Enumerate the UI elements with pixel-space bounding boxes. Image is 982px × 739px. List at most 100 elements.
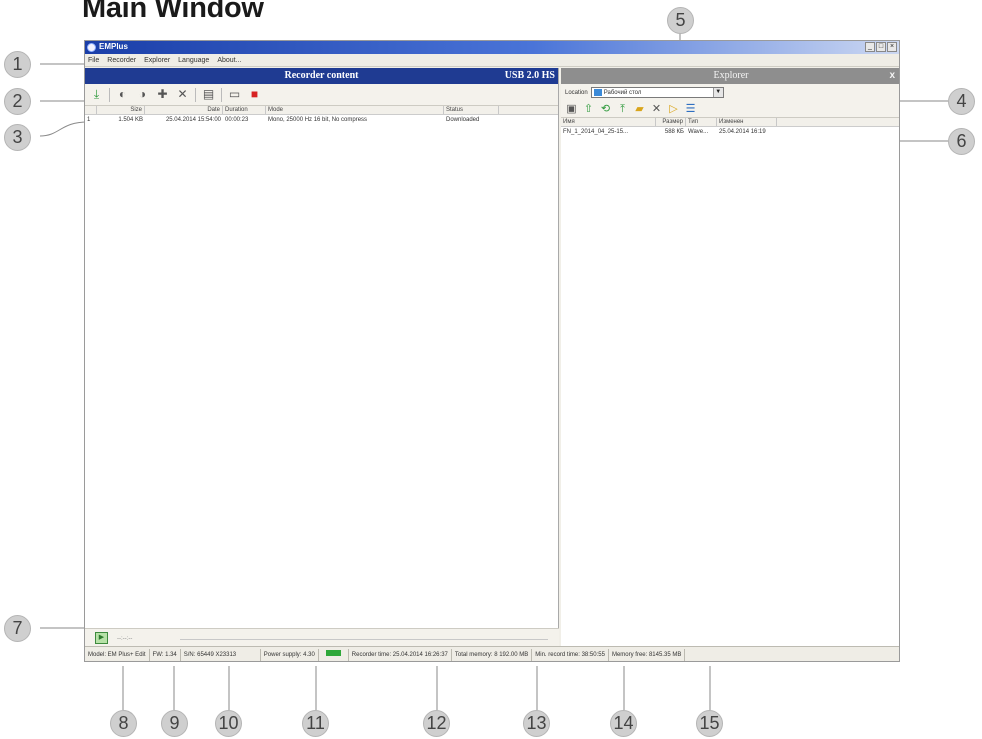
explorer-table-header: Имя Размер Тип Изменен	[561, 118, 899, 127]
location-combobox[interactable]: Рабочий стол ▼	[590, 87, 724, 98]
move-icon[interactable]: ✚	[155, 87, 170, 102]
window-title: EMPlus	[99, 42, 128, 51]
cell-status: Downloaded	[446, 117, 480, 123]
export-icon[interactable]: ■	[247, 87, 262, 102]
explorer-pane-header: Explorer x	[561, 68, 899, 84]
status-firmware: FW: 1.34	[150, 649, 181, 661]
print-icon[interactable]: ▣	[565, 102, 578, 116]
document-title: Main Window	[82, 0, 264, 24]
callout-15: 15	[696, 710, 723, 737]
col-type[interactable]: Тип	[686, 118, 717, 126]
maximize-button[interactable]: □	[876, 42, 886, 52]
callout-7: 7	[4, 615, 31, 642]
open-folder-icon[interactable]: ▷	[667, 102, 680, 116]
download-icon[interactable]: ⤓	[89, 87, 104, 102]
upload-icon[interactable]: ⤒	[616, 102, 629, 116]
toolbar-separator	[221, 87, 222, 102]
table-row[interactable]: FN_1_2014_04_25-15... 588 КБ Wave... 25.…	[561, 127, 899, 137]
cell-index: 1	[87, 117, 91, 123]
view-mode-icon[interactable]: ☰	[684, 102, 697, 116]
status-bar: Model: EM Plus+ Edit FW: 1.34 S/N: 65449…	[85, 646, 899, 661]
col-size[interactable]: Size	[97, 106, 145, 114]
minimize-button[interactable]: _	[865, 42, 875, 52]
delete-icon[interactable]: ✕	[175, 87, 190, 102]
usb-status-label: USB 2.0 HS	[504, 70, 555, 81]
callout-4: 4	[948, 88, 975, 115]
status-serial: S/N: 65449 X23313	[181, 649, 261, 661]
status-model: Model: EM Plus+ Edit	[85, 649, 150, 661]
cell-size: 1.504 KB	[118, 117, 143, 123]
menu-explorer[interactable]: Explorer	[144, 57, 170, 64]
callout-1: 1	[4, 51, 31, 78]
callout-6: 6	[948, 128, 975, 155]
explorer-pane: Explorer x Location Рабочий стол ▼ ▣ ⇧ ⟲…	[561, 68, 899, 646]
app-icon	[87, 43, 96, 52]
close-window-button[interactable]: ×	[887, 42, 897, 52]
callout-8: 8	[110, 710, 137, 737]
up-folder-icon[interactable]: ⇧	[582, 102, 595, 116]
cell-file-type: Wave...	[688, 129, 709, 135]
print-icon[interactable]: ▭	[227, 87, 242, 102]
recorder-toolbar: ⤓ ◐ ◑ ✚ ✕ ▤ ▭ ■	[85, 84, 558, 106]
playback-time: --:--:--	[117, 636, 133, 642]
toolbar-separator	[109, 87, 110, 102]
explorer-toolbar: ▣ ⇧ ⟲ ⤒ ▰ ✕ ▷ ☰	[561, 101, 899, 118]
chevron-down-icon[interactable]: ▼	[712, 88, 723, 97]
cell-date: 25.04.2014 15:54:00	[165, 117, 221, 123]
toolbar-separator	[195, 87, 196, 102]
col-status[interactable]: Status	[444, 106, 499, 114]
callout-10: 10	[215, 710, 242, 737]
callout-5: 5	[667, 7, 694, 34]
callout-2: 2	[4, 88, 31, 115]
recorder-table-header: Size Date Duration Mode Status	[85, 106, 558, 115]
status-recorder-time: Recorder time: 25.04.2014 16:26:37	[349, 649, 452, 661]
callout-13: 13	[523, 710, 550, 737]
cell-file-name: FN_1_2014_04_25-15...	[563, 129, 629, 135]
location-value: Рабочий стол	[603, 89, 642, 96]
callout-12: 12	[423, 710, 450, 737]
menu-language[interactable]: Language	[178, 57, 209, 64]
refresh-icon[interactable]: ⟲	[599, 102, 612, 116]
location-bar: Location Рабочий стол ▼	[561, 84, 899, 101]
col-index[interactable]	[85, 106, 97, 114]
properties-icon[interactable]: ▤	[201, 87, 216, 102]
new-folder-icon[interactable]: ▰	[633, 102, 646, 116]
table-row[interactable]: 1 1.504 KB 25.04.2014 15:54:00 00:00:23 …	[85, 115, 558, 125]
delete-icon[interactable]: ✕	[650, 102, 663, 116]
playback-slider[interactable]	[180, 639, 548, 640]
menu-bar: File Recorder Explorer Language About...	[85, 54, 899, 67]
cell-file-size: 588 КБ	[664, 129, 684, 135]
record-settings-icon[interactable]: ◑	[135, 87, 150, 102]
play-icon[interactable]: ▶	[95, 632, 108, 644]
menu-file[interactable]: File	[88, 57, 99, 64]
explorer-pane-title: Explorer	[713, 70, 749, 81]
close-explorer-button[interactable]: x	[889, 70, 895, 81]
recorder-pane-header: Recorder content USB 2.0 HS	[85, 68, 558, 84]
col-duration[interactable]: Duration	[223, 106, 266, 114]
col-mode[interactable]: Mode	[266, 106, 444, 114]
window-titlebar[interactable]: EMPlus _ □ ×	[85, 41, 899, 54]
menu-recorder[interactable]: Recorder	[107, 57, 136, 64]
col-file-size[interactable]: Размер	[656, 118, 686, 126]
status-power: Power supply: 4.30	[261, 649, 319, 661]
app-window: EMPlus _ □ × File Recorder Explorer Lang…	[84, 40, 900, 662]
location-label: Location	[565, 89, 588, 96]
callout-9: 9	[161, 710, 188, 737]
player-bar: ▶ --:--:--	[85, 628, 559, 646]
cell-file-modified: 25.04.2014 16:19	[719, 129, 766, 135]
col-date[interactable]: Date	[145, 106, 223, 114]
recorder-content-pane: Recorder content USB 2.0 HS ⤓ ◐ ◑ ✚ ✕ ▤ …	[85, 68, 559, 646]
play-file-icon[interactable]: ◐	[115, 87, 130, 102]
status-min-record-time: Min. record time: 38:50:55	[532, 649, 609, 661]
battery-icon	[319, 649, 349, 661]
col-name[interactable]: Имя	[561, 118, 656, 126]
callout-11: 11	[302, 710, 329, 737]
callout-3: 3	[4, 124, 31, 151]
status-memory-free: Memory free: 8145.35 MB	[609, 649, 686, 661]
menu-about[interactable]: About...	[217, 57, 241, 64]
cell-mode: Mono, 25000 Hz 16 bit, No compress	[268, 117, 368, 123]
recorder-pane-title: Recorder content	[284, 70, 359, 81]
col-modified[interactable]: Изменен	[717, 118, 777, 126]
cell-duration: 00:00:23	[225, 117, 249, 123]
status-total-memory: Total memory: 8 192.00 MB	[452, 649, 533, 661]
